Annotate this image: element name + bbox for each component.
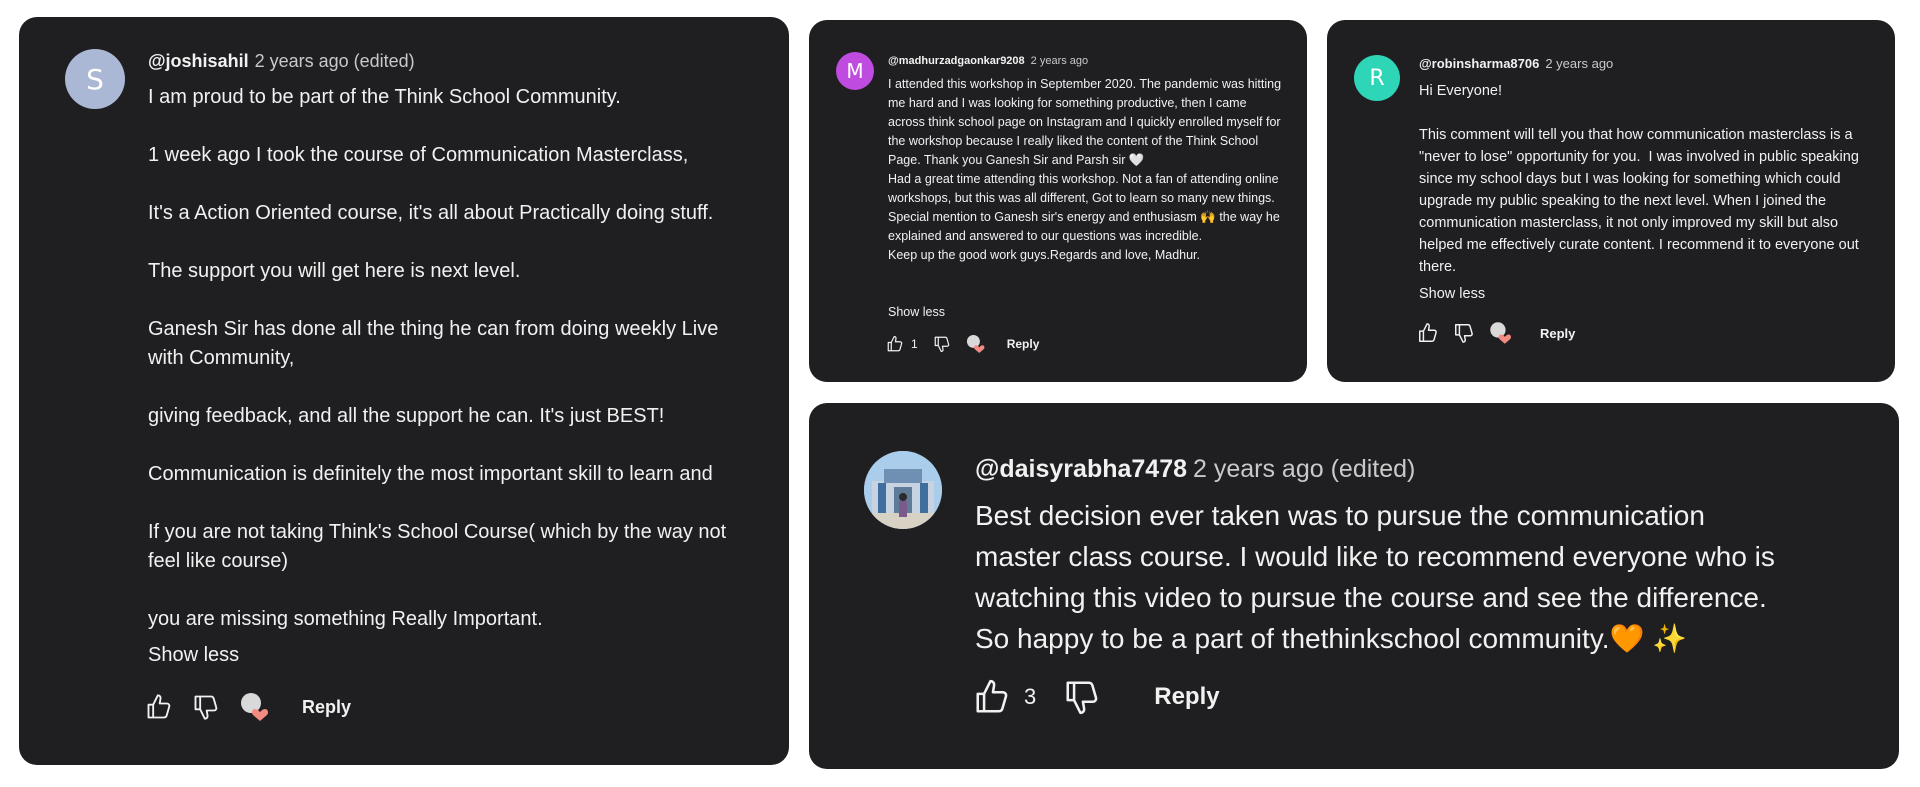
profile-photo-icon bbox=[864, 451, 942, 529]
author-handle[interactable]: @madhurzadgaonkar9208 bbox=[888, 55, 1025, 67]
comment-text: Hi Everyone! This comment will tell you … bbox=[1419, 83, 1859, 275]
comment-header: @robinsharma8706 2 years ago bbox=[1419, 56, 1613, 71]
reply-button[interactable]: Reply bbox=[1540, 326, 1575, 341]
show-less-button[interactable]: Show less bbox=[148, 644, 239, 667]
author-handle[interactable]: @daisyrabha7478 bbox=[975, 455, 1187, 483]
like-count: 1 bbox=[911, 337, 918, 351]
avatar[interactable]: R bbox=[1354, 55, 1400, 101]
comment-card: M @madhurzadgaonkar9208 2 years ago I att… bbox=[809, 20, 1307, 382]
creator-heart-icon bbox=[965, 333, 987, 355]
creator-heart-icon bbox=[1488, 320, 1514, 346]
dislike-icon[interactable] bbox=[1452, 321, 1476, 345]
creator-heart-icon bbox=[238, 690, 272, 724]
dislike-icon[interactable] bbox=[1062, 677, 1102, 717]
show-less-button[interactable]: Show less bbox=[888, 305, 945, 319]
comment-text: I am proud to be part of the Think Schoo… bbox=[148, 86, 727, 630]
author-handle[interactable]: @joshisahil bbox=[148, 51, 249, 71]
timestamp[interactable]: 2 years ago (edited) bbox=[255, 51, 415, 71]
reply-button[interactable]: Reply bbox=[302, 697, 351, 718]
comment-card: @daisyrabha7478 2 years ago (edited) Best… bbox=[809, 403, 1899, 769]
comment-card: R @robinsharma8706 2 years ago Hi Everyon… bbox=[1327, 20, 1895, 382]
like-count: 3 bbox=[1024, 684, 1037, 709]
avatar-letter: M bbox=[846, 59, 864, 83]
comment-card: S @joshisahil 2 years ago (edited) I am p… bbox=[19, 17, 789, 765]
like-icon[interactable] bbox=[885, 334, 905, 354]
comment-header: @madhurzadgaonkar9208 2 years ago bbox=[888, 55, 1088, 67]
comment-actions: 3 Reply bbox=[972, 676, 1220, 718]
comment-actions: 1 Reply bbox=[885, 333, 1039, 355]
dislike-icon[interactable] bbox=[191, 692, 221, 722]
avatar-letter: S bbox=[86, 62, 104, 96]
timestamp[interactable]: 2 years ago bbox=[1031, 55, 1088, 67]
avatar[interactable]: M bbox=[836, 52, 874, 90]
comment-header: @joshisahil 2 years ago (edited) bbox=[148, 51, 415, 72]
avatar[interactable] bbox=[864, 451, 942, 529]
timestamp[interactable]: 2 years ago (edited) bbox=[1193, 455, 1415, 483]
reply-button[interactable]: Reply bbox=[1007, 337, 1040, 351]
comment-text: Best decision ever taken was to pursue t… bbox=[975, 500, 1783, 654]
author-handle[interactable]: @robinsharma8706 bbox=[1419, 56, 1539, 71]
comment-header: @daisyrabha7478 2 years ago (edited) bbox=[975, 455, 1415, 484]
like-icon[interactable] bbox=[972, 677, 1012, 717]
dislike-icon[interactable] bbox=[932, 334, 952, 354]
like-icon[interactable] bbox=[144, 692, 174, 722]
timestamp[interactable]: 2 years ago bbox=[1545, 56, 1613, 71]
show-less-button[interactable]: Show less bbox=[1419, 286, 1485, 302]
reply-button[interactable]: Reply bbox=[1154, 683, 1219, 711]
comment-text: I attended this workshop in September 20… bbox=[888, 77, 1282, 262]
comment-actions: Reply bbox=[144, 690, 351, 724]
avatar-letter: R bbox=[1369, 65, 1385, 91]
like-icon[interactable] bbox=[1416, 321, 1440, 345]
avatar[interactable]: S bbox=[65, 49, 125, 109]
comment-actions: Reply bbox=[1416, 320, 1575, 346]
